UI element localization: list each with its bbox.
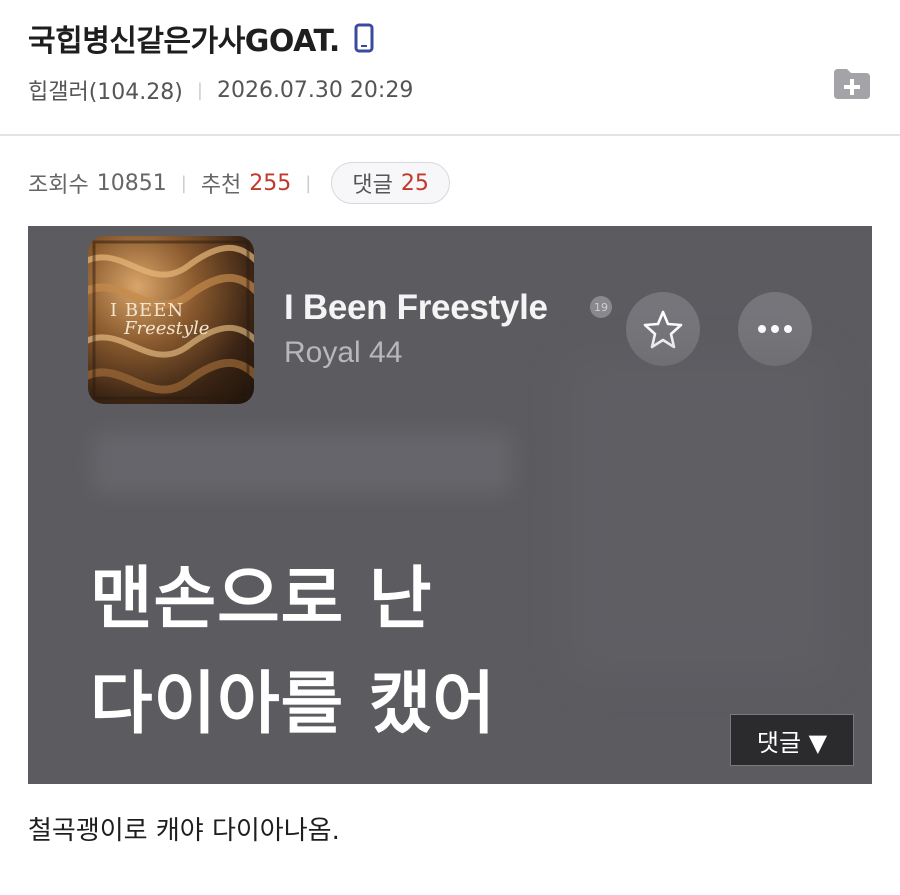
post-datetime: 2026.07.30 20:29 [216,77,414,103]
album-art-line2: Freestyle [124,318,210,339]
mobile-phone-icon [354,23,374,53]
comments-button[interactable]: 댓글 25 [331,162,450,204]
stats-divider: | [180,172,187,194]
post-title: 국힙병신같은가사GOAT. [28,24,340,59]
meta-divider: | [196,79,203,101]
artist-name: Royal 44 [284,336,403,369]
views-label: 조회수 [28,173,89,198]
header-divider [0,134,900,136]
favorite-button[interactable] [626,292,700,366]
title-row: 국힙병신같은가사GOAT. [28,16,374,60]
post-meta: 힙갤러(104.28) | 2026.07.30 20:29 [28,74,413,106]
lyric-line-1: 맨손으로 난 [90,560,433,639]
album-art: I BEEN Freestyle [88,236,254,404]
recommend-label: 추천 [200,173,242,198]
comment-dropdown-label: 댓글 ▼ [756,728,828,757]
post-stats: 조회수 10851 | 추천 255 | 댓글 25 [28,162,450,204]
add-folder-button[interactable] [832,67,872,101]
more-options-button[interactable] [738,292,812,366]
stats-divider: | [305,172,312,194]
album-art-text: I BEEN Freestyle [110,302,240,338]
explicit-badge: 19 [590,296,612,318]
blurred-lyric [92,432,512,494]
post-image: I BEEN Freestyle I Been Freestyle 19 Roy… [28,226,872,784]
song-title: I Been Freestyle [284,288,548,327]
post-body-text: 철곡괭이로 캐야 다이아나옴. [28,816,340,846]
views-count: 10851 [96,170,167,196]
star-icon [643,310,683,349]
blurred-background [568,356,828,676]
comments-count: 25 [400,170,429,196]
lyric-line-2: 다이아를 캤어 [90,665,497,744]
add-folder-icon [834,69,870,99]
comments-label: 댓글 [352,173,393,198]
post-page: 국힙병신같은가사GOAT. 힙갤러(104.28) | 2026.07.30 2… [0,0,900,895]
author-name[interactable]: 힙갤러(104.28) [28,74,183,106]
comment-dropdown-button[interactable]: 댓글 ▼ [730,714,854,766]
recommend-count: 255 [249,170,292,196]
more-dots-icon [758,325,792,333]
